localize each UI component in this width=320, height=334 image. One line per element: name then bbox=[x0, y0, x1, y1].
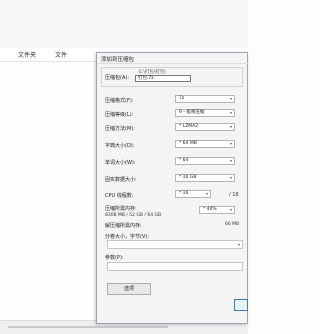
options-button[interactable]: 选项 bbox=[107, 283, 151, 295]
level-select[interactable]: 9 - 极限压缩 ▾ bbox=[175, 109, 235, 117]
horizontal-scrollbar[interactable] bbox=[8, 326, 168, 328]
dict-select[interactable]: * 64 MB ▾ bbox=[175, 140, 235, 148]
method-label: 压缩方法(M): bbox=[105, 126, 135, 132]
params-input[interactable] bbox=[107, 262, 243, 271]
dict-label: 字典大小(D): bbox=[105, 143, 135, 149]
level-value: 9 - 极限压缩 bbox=[179, 110, 205, 115]
chevron-down-icon: ▾ bbox=[229, 158, 232, 163]
split-label: 分卷大小，字节(V): bbox=[105, 234, 150, 240]
word-select[interactable]: * 64 ▾ bbox=[175, 157, 235, 165]
format-label: 压缩格式(F): bbox=[105, 98, 134, 104]
word-value: * 64 bbox=[179, 158, 189, 163]
chevron-down-icon: ▾ bbox=[237, 242, 240, 247]
mem-decompress-label: 解压缩所需内存: bbox=[105, 223, 142, 229]
dialog-title: 添加到压缩包 bbox=[101, 57, 135, 63]
chevron-down-icon: ▾ bbox=[229, 175, 232, 180]
mem-usage-select[interactable]: * 40% ▾ bbox=[199, 206, 235, 214]
archive-name-input[interactable]: 打包.7z bbox=[135, 75, 191, 82]
column-file[interactable]: 文件 bbox=[55, 50, 67, 59]
level-label: 压缩等级(L): bbox=[105, 112, 134, 118]
file-manager-toolbar bbox=[0, 0, 248, 48]
method-select[interactable]: * LZMA2 ▾ bbox=[175, 123, 235, 131]
solid-label: 固实数据大小: bbox=[105, 177, 137, 183]
solid-select[interactable]: * 16 GB ▾ bbox=[175, 174, 235, 182]
threads-select[interactable]: * 16 ▾ bbox=[175, 190, 211, 198]
chevron-down-icon: ▾ bbox=[229, 96, 232, 101]
threads-value: * 16 bbox=[179, 191, 189, 196]
format-value: 7z bbox=[179, 96, 185, 101]
method-value: * LZMA2 bbox=[179, 124, 199, 129]
solid-value: * 16 GB bbox=[179, 175, 197, 180]
chevron-down-icon: ▾ bbox=[229, 207, 232, 212]
format-select[interactable]: 7z ▾ bbox=[175, 95, 235, 103]
divider bbox=[97, 63, 249, 64]
mem-compress-detail: 8308 MB / 52 GB / 64 GB bbox=[105, 213, 162, 218]
word-label: 单词大小(W): bbox=[105, 160, 136, 166]
params-label: 参数(P): bbox=[105, 255, 124, 261]
column-folder[interactable]: 文件夹 bbox=[18, 50, 36, 59]
chevron-down-icon: ▾ bbox=[229, 110, 232, 115]
archive-label: 压缩包(A): bbox=[105, 75, 130, 81]
ok-button[interactable] bbox=[234, 299, 248, 311]
chevron-down-icon: ▾ bbox=[229, 141, 232, 146]
chevron-down-icon: ▾ bbox=[205, 191, 208, 196]
threads-label: CPU 线程数: bbox=[105, 193, 134, 199]
chevron-down-icon: ▾ bbox=[229, 124, 232, 129]
split-size-select[interactable]: ▾ bbox=[107, 240, 243, 249]
mem-decompress-value: 66 MB bbox=[225, 222, 240, 227]
mem-usage-value: * 40% bbox=[203, 207, 217, 212]
threads-total: / 16 bbox=[229, 192, 239, 198]
add-to-archive-dialog: 添加到压缩包 压缩包(A): E:\打包\打包\ 打包.7z 压缩格式(F): … bbox=[96, 52, 249, 324]
dict-value: * 64 MB bbox=[179, 141, 197, 146]
mem-compress-label: 压缩所需内存: bbox=[105, 206, 137, 212]
